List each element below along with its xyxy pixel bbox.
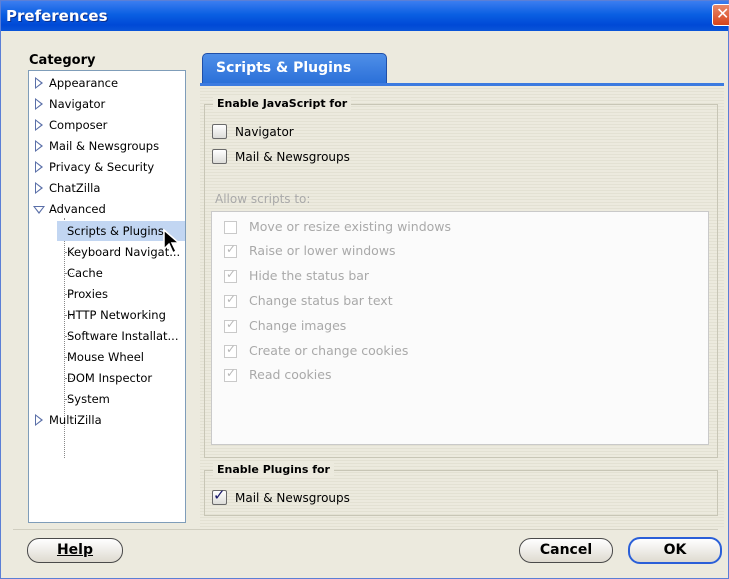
sidebar-item-label: Appearance bbox=[49, 76, 119, 90]
plugins-mail-label: Mail & Newsgroups bbox=[235, 491, 350, 505]
sidebar-item-label: Scripts & Plugins bbox=[67, 224, 164, 238]
allow-change-images-label: Change images bbox=[249, 318, 347, 333]
cancel-button[interactable]: Cancel bbox=[519, 538, 613, 563]
tab-label: Scripts & Plugins bbox=[216, 60, 352, 76]
sidebar-item-label: Advanced bbox=[49, 202, 106, 216]
javascript-navigator-label: Navigator bbox=[235, 125, 294, 139]
category-tree[interactable]: Appearance Navigator Composer Mail & New… bbox=[28, 70, 186, 523]
ok-button-label: OK bbox=[663, 542, 687, 558]
ok-button[interactable]: OK bbox=[628, 537, 722, 564]
checkmark-icon: ✓ bbox=[226, 242, 237, 256]
collapse-arrow-icon[interactable] bbox=[33, 206, 45, 214]
checkmark-icon: ✓ bbox=[226, 317, 237, 331]
tab-scripts-plugins[interactable]: Scripts & Plugins bbox=[202, 53, 387, 84]
sidebar-item-label: System bbox=[67, 392, 110, 406]
sidebar-item-label: Mail & Newsgroups bbox=[49, 139, 160, 153]
mouse-pointer-icon bbox=[163, 229, 181, 255]
sidebar-item-label: Navigator bbox=[49, 97, 106, 111]
close-button[interactable]: ✕ bbox=[712, 4, 729, 26]
allow-read-cookies-checkbox[interactable]: ✓ bbox=[224, 366, 237, 382]
allow-status-text-checkbox[interactable]: ✓ bbox=[224, 292, 237, 308]
expand-arrow-icon[interactable] bbox=[35, 414, 43, 426]
expand-arrow-icon[interactable] bbox=[35, 98, 43, 110]
category-label: Category bbox=[29, 53, 96, 68]
allow-read-cookies-label: Read cookies bbox=[249, 367, 332, 382]
sidebar-item-label: Software Installat... bbox=[67, 329, 179, 343]
checkmark-icon: ✓ bbox=[226, 342, 237, 356]
sidebar-item-label: ChatZilla bbox=[49, 181, 101, 195]
sidebar-item-label: Privacy & Security bbox=[49, 160, 155, 174]
close-icon: ✕ bbox=[716, 4, 729, 23]
sidebar-item-label: Cache bbox=[67, 266, 103, 280]
javascript-navigator-checkbox[interactable] bbox=[212, 124, 227, 139]
allow-hide-status-label: Hide the status bar bbox=[249, 268, 370, 283]
allow-raise-lower-label: Raise or lower windows bbox=[249, 243, 396, 258]
allow-hide-status-checkbox[interactable]: ✓ bbox=[224, 267, 237, 283]
expand-arrow-icon[interactable] bbox=[35, 77, 43, 89]
checkmark-icon: ✓ bbox=[213, 486, 226, 504]
allow-raise-lower-checkbox[interactable]: ✓ bbox=[224, 242, 237, 258]
expand-arrow-icon[interactable] bbox=[35, 140, 43, 152]
allow-move-resize-label: Move or resize existing windows bbox=[249, 219, 452, 234]
plugins-mail-checkbox[interactable]: ✓ bbox=[212, 486, 227, 505]
sidebar-item-label: Mouse Wheel bbox=[67, 350, 144, 364]
sidebar-item-label: Composer bbox=[49, 118, 108, 132]
help-button[interactable]: Help bbox=[27, 538, 123, 563]
window-title: Preferences bbox=[6, 7, 108, 25]
expand-arrow-icon[interactable] bbox=[35, 182, 43, 194]
help-button-label: Help bbox=[56, 542, 94, 558]
allow-cookies-checkbox[interactable]: ✓ bbox=[224, 342, 237, 358]
allow-scripts-label: Allow scripts to: bbox=[215, 192, 311, 206]
plugins-group-legend: Enable Plugins for bbox=[213, 463, 334, 476]
sidebar-item-label: DOM Inspector bbox=[67, 371, 153, 385]
allow-scripts-list[interactable]: Move or resize existing windows ✓ Raise … bbox=[211, 211, 709, 445]
javascript-mail-checkbox[interactable] bbox=[212, 149, 227, 164]
allow-status-text-label: Change status bar text bbox=[249, 293, 393, 308]
checkmark-icon: ✓ bbox=[226, 366, 237, 380]
cancel-button-label: Cancel bbox=[539, 542, 593, 558]
javascript-mail-label: Mail & Newsgroups bbox=[235, 150, 350, 164]
footer-divider bbox=[13, 529, 718, 530]
allow-cookies-label: Create or change cookies bbox=[249, 343, 409, 358]
sidebar-item-label: MultiZilla bbox=[49, 413, 102, 427]
allow-change-images-checkbox[interactable]: ✓ bbox=[224, 317, 237, 333]
preferences-window: Preferences ✕ Category Appearance Naviga… bbox=[0, 0, 729, 579]
allow-move-resize-checkbox[interactable] bbox=[224, 221, 237, 234]
checkmark-icon: ✓ bbox=[226, 267, 237, 281]
sidebar-item-label: Proxies bbox=[67, 287, 108, 301]
javascript-group-legend: Enable JavaScript for bbox=[213, 97, 352, 110]
expand-arrow-icon[interactable] bbox=[35, 161, 43, 173]
sidebar-item-label: HTTP Networking bbox=[67, 308, 166, 322]
title-bar[interactable]: Preferences ✕ bbox=[1, 1, 729, 31]
expand-arrow-icon[interactable] bbox=[35, 119, 43, 131]
checkmark-icon: ✓ bbox=[226, 292, 237, 306]
